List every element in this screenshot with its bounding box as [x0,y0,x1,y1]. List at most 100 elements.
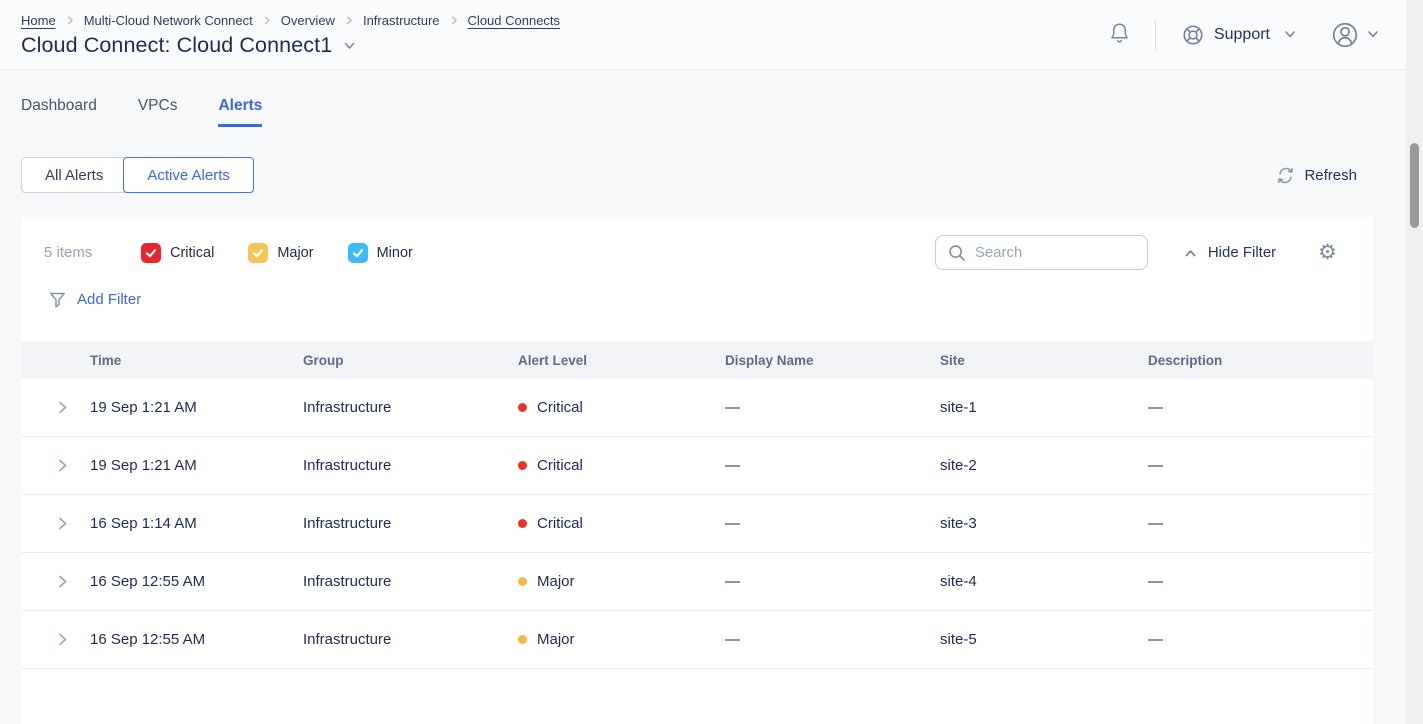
cell-group: Infrastructure [303,573,518,590]
row-expand-icon[interactable] [54,631,71,648]
title-dropdown-chevron-icon[interactable] [343,41,356,51]
breadcrumb-home[interactable]: Home [21,13,56,28]
chevron-down-icon [1284,30,1296,39]
hide-filter-button[interactable]: Hide Filter [1184,244,1276,261]
alerts-scope-segmented-control: All Alerts Active Alerts [21,157,254,193]
page: Home Multi-Cloud Network Connect Overvie… [0,0,1423,724]
major-dot-icon [518,635,527,644]
alerts-panel: 5 items Critical Major Minor [21,217,1373,724]
title-row: Cloud Connect: Cloud Connect1 [21,33,560,58]
hide-filter-label: Hide Filter [1208,244,1276,261]
table-row[interactable]: 19 Sep 1:21 AM Infrastructure Critical —… [21,379,1373,437]
checkbox-label: Major [277,245,313,261]
tab-bar: Dashboard VPCs Alerts [21,97,1373,127]
column-header-site: Site [940,353,1148,368]
lifebuoy-icon [1181,23,1205,47]
cell-group: Infrastructure [303,457,518,474]
table-settings-button[interactable]: ⚙ [1318,242,1337,263]
filter-checkbox-minor[interactable]: Minor [348,243,413,263]
chevron-down-icon [1367,30,1379,39]
checkbox-label: Critical [170,245,214,261]
cell-group: Infrastructure [303,515,518,532]
all-alerts-button[interactable]: All Alerts [21,157,127,193]
cell-alert-level: Critical [518,457,725,474]
column-header-alert-level: Alert Level [518,353,725,368]
row-expand-icon[interactable] [54,573,71,590]
row-expand-icon[interactable] [54,515,71,532]
search-input[interactable] [975,244,1137,261]
alerts-table: Time Group Alert Level Display Name Site… [21,341,1373,724]
cell-alert-level: Major [518,631,725,648]
chevron-right-icon [65,15,75,26]
top-bar-left: Home Multi-Cloud Network Connect Overvie… [21,11,560,58]
filter-bar: 5 items Critical Major Minor [44,235,1337,270]
major-dot-icon [518,577,527,586]
cell-site: site-5 [940,631,1148,648]
divider [1155,20,1156,50]
row-expand-icon[interactable] [54,457,71,474]
column-header-description: Description [1148,353,1373,368]
chevron-right-icon [449,15,459,26]
column-header-time: Time [90,353,303,368]
critical-dot-icon [518,519,527,528]
breadcrumb: Home Multi-Cloud Network Connect Overvie… [21,13,560,28]
search-box [935,235,1148,270]
tab-alerts[interactable]: Alerts [218,97,262,127]
table-row[interactable]: 16 Sep 12:55 AM Infrastructure Major — s… [21,611,1373,669]
notifications-button[interactable] [1107,21,1132,48]
support-label: Support [1214,26,1270,44]
table-header-row: Time Group Alert Level Display Name Site… [21,341,1373,379]
chevron-right-icon [344,15,354,26]
chevron-right-icon [262,15,272,26]
table-row[interactable]: 16 Sep 1:14 AM Infrastructure Critical —… [21,495,1373,553]
top-bar: Home Multi-Cloud Network Connect Overvie… [0,0,1423,70]
breadcrumb-infrastructure[interactable]: Infrastructure [363,13,440,28]
cell-description: — [1148,573,1373,590]
cell-time: 16 Sep 1:14 AM [90,515,303,532]
chevron-up-icon [1184,248,1197,258]
table-row[interactable]: 19 Sep 1:21 AM Infrastructure Critical —… [21,437,1373,495]
cell-alert-level: Critical [518,399,725,416]
add-filter-row: Add Filter [48,288,1373,310]
cell-site: site-4 [940,573,1148,590]
checkbox-checked-icon[interactable] [348,243,368,263]
add-filter-button[interactable]: Add Filter [48,290,141,309]
actions-row: All Alerts Active Alerts Refresh [21,157,1373,193]
breadcrumb-cloud-connects[interactable]: Cloud Connects [468,13,561,28]
cell-group: Infrastructure [303,399,518,416]
account-menu[interactable] [1330,20,1379,50]
support-menu[interactable]: Support [1181,23,1296,47]
cell-alert-level: Critical [518,515,725,532]
breadcrumb-overview[interactable]: Overview [281,13,335,28]
filter-checkbox-critical[interactable]: Critical [141,243,214,263]
cell-display-name: — [725,457,940,474]
active-alerts-button[interactable]: Active Alerts [123,157,254,193]
refresh-icon [1276,166,1295,185]
funnel-icon [48,290,67,309]
tab-vpcs[interactable]: VPCs [138,97,178,127]
main-content: Dashboard VPCs Alerts All Alerts Active … [21,70,1373,724]
row-expand-icon[interactable] [54,399,71,416]
cell-alert-level: Major [518,573,725,590]
cell-description: — [1148,515,1373,532]
cell-site: site-1 [940,399,1148,416]
checkbox-checked-icon[interactable] [141,243,161,263]
filter-checkbox-major[interactable]: Major [248,243,313,263]
cell-display-name: — [725,631,940,648]
vertical-scrollbar-thumb[interactable] [1410,143,1419,228]
cell-time: 16 Sep 12:55 AM [90,573,303,590]
refresh-button[interactable]: Refresh [1276,166,1357,185]
checkbox-checked-icon[interactable] [248,243,268,263]
cell-site: site-3 [940,515,1148,532]
cell-time: 16 Sep 12:55 AM [90,631,303,648]
cell-display-name: — [725,573,940,590]
cell-display-name: — [725,399,940,416]
vertical-scrollbar-track[interactable] [1406,0,1423,724]
tab-dashboard[interactable]: Dashboard [21,97,97,127]
cell-time: 19 Sep 1:21 AM [90,457,303,474]
breadcrumb-mcn-connect[interactable]: Multi-Cloud Network Connect [84,13,253,28]
critical-dot-icon [518,403,527,412]
table-row[interactable]: 16 Sep 12:55 AM Infrastructure Major — s… [21,553,1373,611]
top-bar-right: Support [1107,20,1379,50]
refresh-label: Refresh [1304,167,1357,184]
